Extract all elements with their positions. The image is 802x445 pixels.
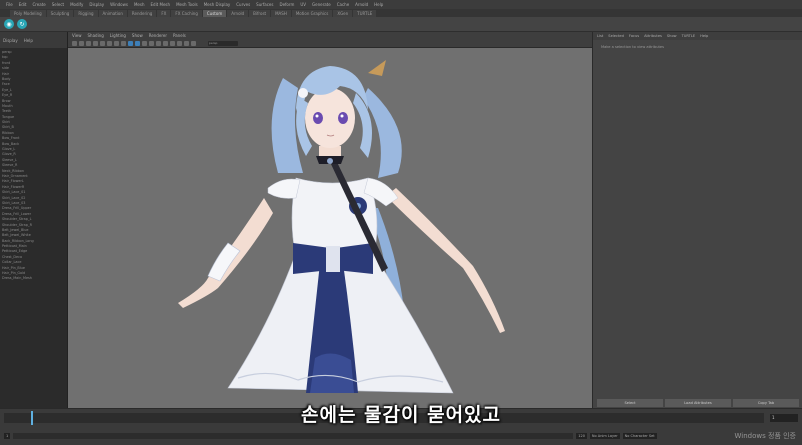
shelf-tab-bifrost[interactable]: Bifrost [249, 9, 271, 17]
viewport-menu-view[interactable]: View [72, 33, 82, 38]
menu-deform[interactable]: Deform [277, 2, 296, 7]
camera-icon[interactable] [72, 40, 77, 46]
shelf-tab-fx[interactable]: FX [157, 9, 171, 17]
character-set-dropdown[interactable]: No Character Set [622, 432, 657, 439]
menu-curves[interactable]: Curves [234, 2, 252, 7]
shelf-tab-animation[interactable]: Animation [98, 9, 127, 17]
menu-modify[interactable]: Modify [68, 2, 85, 7]
viewport-toolbar: View Shading Lighting Show Renderer Panels pe… [68, 32, 592, 48]
image-plane-icon[interactable] [93, 40, 98, 46]
xray-joints-icon[interactable] [184, 40, 189, 46]
xray-icon[interactable] [177, 40, 182, 46]
ao-icon[interactable] [156, 40, 161, 46]
range-start-field[interactable]: 1 [4, 432, 11, 439]
menu-cache[interactable]: Cache [335, 2, 351, 7]
menu-edit-mesh[interactable]: Edit Mesh [149, 2, 173, 7]
attr-tab-help[interactable]: Help [700, 34, 708, 38]
textured-icon[interactable] [135, 40, 140, 46]
menu-create[interactable]: Create [30, 2, 47, 7]
isolate-icon[interactable] [170, 40, 175, 46]
menu-display[interactable]: Display [87, 2, 106, 7]
menu-file[interactable]: File [4, 2, 15, 7]
outliner-menu-display[interactable]: Display [3, 38, 18, 43]
perspective-viewport[interactable] [68, 48, 592, 408]
viewport-menu-shading[interactable]: Shading [88, 33, 104, 38]
backface-icon[interactable] [191, 40, 196, 46]
menu-mesh-tools[interactable]: Mesh Tools [174, 2, 200, 7]
attr-tab-turtle[interactable]: TURTLE [682, 34, 696, 38]
windows-watermark: Windows 정품 인증 [734, 432, 796, 440]
grid-icon[interactable] [100, 40, 105, 46]
menu-generate[interactable]: Generate [310, 2, 333, 7]
menu-select[interactable]: Select [50, 2, 66, 7]
resolution-gate-icon[interactable] [114, 40, 119, 46]
shelf: ◉ ↻ [0, 17, 802, 32]
bookmark-icon[interactable] [86, 40, 91, 46]
camera-name-field[interactable]: persp [208, 40, 238, 46]
menu-help[interactable]: Help [372, 2, 385, 7]
shelf-tabs: Poly Modeling Sculpting Rigging Animation Re… [0, 9, 802, 17]
shelf-tab-fx-caching[interactable]: FX Caching [171, 9, 202, 17]
attribute-editor: List Selected Focus Attributes Show TURTLE Hel… [592, 32, 802, 408]
shelf-tab-turtle[interactable]: TURTLE [353, 9, 377, 17]
shelf-tab-sculpting[interactable]: Sculpting [46, 9, 74, 17]
anim-layer-dropdown[interactable]: No Anim Layer [589, 432, 620, 439]
viewport-icon-bar: persp [68, 39, 592, 47]
shelf-tab-motion-graphics[interactable]: Motion Graphics [291, 9, 333, 17]
script-icon[interactable]: ◉ [4, 19, 14, 29]
viewport-menu-lighting[interactable]: Lighting [110, 33, 126, 38]
menu-surfaces[interactable]: Surfaces [254, 2, 275, 7]
attribute-editor-message: Make a selection to view attributes [601, 45, 664, 49]
viewport-menu: View Shading Lighting Show Renderer Panels [68, 32, 592, 39]
outliner-panel: Display Help persp top front side Hair Body Fa… [0, 32, 68, 408]
viewport-menu-renderer[interactable]: Renderer [149, 33, 167, 38]
attribute-editor-tabs: List Selected Focus Attributes Show TURTLE Hel… [593, 32, 802, 40]
viewport-menu-show[interactable]: Show [132, 33, 143, 38]
shelf-tab-poly-modeling[interactable]: Poly Modeling [10, 9, 46, 17]
range-slider-bar[interactable] [13, 432, 574, 439]
lights-icon[interactable] [142, 40, 147, 46]
wireframe-icon[interactable] [121, 40, 126, 46]
smooth-shade-icon[interactable] [128, 40, 133, 46]
video-subtitle: 손에는 물감이 묻어있고 [300, 404, 502, 426]
shelf-tab-mash[interactable]: MASH [271, 9, 291, 17]
outliner-menu: Display Help [0, 32, 67, 48]
menu-windows[interactable]: Windows [108, 2, 130, 7]
menu-edit[interactable]: Edit [17, 2, 29, 7]
menu-mesh[interactable]: Mesh [132, 2, 147, 7]
attr-tab-selected[interactable]: Selected [608, 34, 624, 38]
attr-tab-attributes[interactable]: Attributes [644, 34, 662, 38]
shelf-tab-xgen[interactable]: XGen [333, 9, 353, 17]
outliner-list: persp top front side Hair Body Face Eye_L Eye_R B… [0, 48, 67, 282]
attr-tab-show[interactable]: Show [667, 34, 677, 38]
refresh-icon[interactable]: ↻ [17, 19, 27, 29]
shelf-tab-custom[interactable]: Custom [202, 9, 227, 17]
shelf-tab-rendering[interactable]: Rendering [127, 9, 157, 17]
shadows-icon[interactable] [149, 40, 154, 46]
camera-attr-icon[interactable] [79, 40, 84, 46]
outliner-item[interactable]: Dress_Main_Mesh [0, 276, 67, 281]
range-end-field[interactable]: 120 [576, 432, 587, 439]
menu-mesh-display[interactable]: Mesh Display [202, 2, 233, 7]
attr-tab-list[interactable]: List [597, 34, 603, 38]
viewport-menu-panels[interactable]: Panels [173, 33, 186, 38]
film-gate-icon[interactable] [107, 40, 112, 46]
shelf-tab-arnold[interactable]: Arnold [227, 9, 249, 17]
shelf-tab-rigging[interactable]: Rigging [74, 9, 98, 17]
main-menubar: File Edit Create Select Modify Display Windows… [0, 0, 802, 9]
range-slider: 1 120 No Anim Layer No Character Set [0, 426, 802, 445]
outliner-menu-help[interactable]: Help [24, 38, 33, 43]
attr-tab-focus[interactable]: Focus [629, 34, 639, 38]
aa-icon[interactable] [163, 40, 168, 46]
character-model [178, 60, 505, 394]
menu-arnold[interactable]: Arnold [353, 2, 370, 7]
menu-uv[interactable]: UV [298, 2, 308, 7]
